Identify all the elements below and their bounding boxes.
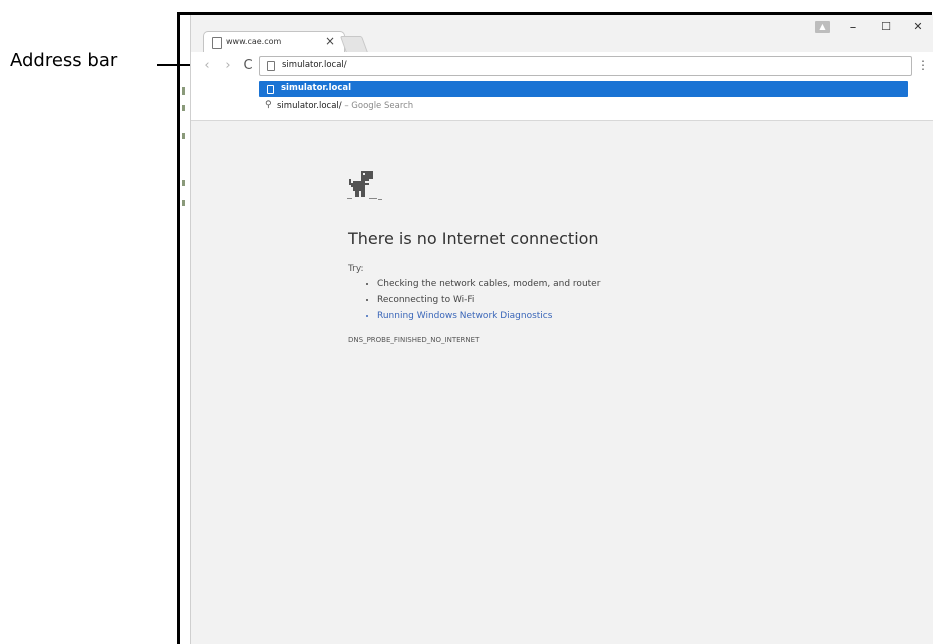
suggestion-query: simulator.local/ bbox=[277, 101, 342, 111]
error-code: DNS_PROBE_FINISHED_NO_INTERNET bbox=[348, 336, 480, 344]
profile-avatar-icon[interactable]: ▲ bbox=[815, 21, 830, 33]
tab-close-icon[interactable]: × bbox=[325, 34, 335, 48]
suggestion-url[interactable]: simulator.local bbox=[259, 81, 908, 97]
page-icon bbox=[212, 37, 222, 49]
tip-item: Reconnecting to Wi-Fi bbox=[377, 295, 600, 305]
dinosaur-icon bbox=[347, 171, 382, 200]
search-icon: ⚲ bbox=[265, 100, 272, 110]
background-window-edge bbox=[180, 85, 190, 215]
page-icon bbox=[267, 61, 275, 71]
menu-icon[interactable]: ⋮ bbox=[917, 58, 929, 72]
close-window-button[interactable]: ✕ bbox=[908, 20, 928, 33]
network-diagnostics-link[interactable]: Running Windows Network Diagnostics bbox=[377, 311, 600, 321]
address-input[interactable] bbox=[282, 58, 882, 72]
suggestion-suffix: – Google Search bbox=[341, 101, 414, 111]
tip-item: Checking the network cables, modem, and … bbox=[377, 279, 600, 289]
error-heading: There is no Internet connection bbox=[348, 229, 599, 248]
suggestion-list: Checking the network cables, modem, and … bbox=[348, 279, 600, 327]
callout-label: Address bar bbox=[10, 50, 118, 71]
back-button[interactable]: ‹ bbox=[200, 58, 214, 73]
minimize-button[interactable]: – bbox=[843, 20, 863, 35]
tab-title: www.cae.com bbox=[226, 37, 282, 46]
suggestion-url-text: simulator.local bbox=[281, 83, 352, 93]
omnibox-suggestions: simulator.local ⚲ simulator.local/ – Goo… bbox=[191, 80, 933, 121]
error-page: There is no Internet connection Try: Che… bbox=[191, 121, 933, 644]
title-bar: www.cae.com × ▲ – ☐ ✕ bbox=[191, 15, 933, 53]
suggestion-search[interactable]: ⚲ simulator.local/ – Google Search bbox=[259, 99, 908, 115]
try-label: Try: bbox=[348, 264, 364, 274]
suggestion-search-text: simulator.local/ – Google Search bbox=[277, 101, 413, 111]
browser-window: www.cae.com × ▲ – ☐ ✕ ‹ › C ⋮ simulator.… bbox=[190, 15, 933, 644]
reload-button[interactable]: C bbox=[241, 58, 255, 73]
address-bar[interactable] bbox=[259, 56, 912, 76]
forward-button[interactable]: › bbox=[221, 58, 235, 73]
page-icon bbox=[267, 85, 274, 94]
toolbar: ‹ › C ⋮ bbox=[191, 52, 933, 81]
maximize-button[interactable]: ☐ bbox=[876, 20, 896, 33]
tab-www-cae-com[interactable]: www.cae.com × bbox=[203, 31, 345, 53]
